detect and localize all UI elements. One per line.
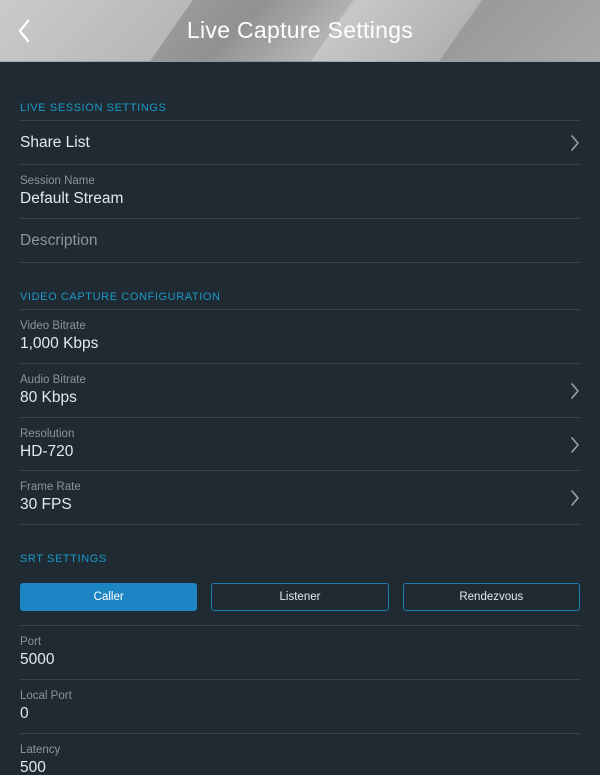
resolution-label: Resolution: [20, 427, 562, 442]
srt-mode-listener[interactable]: Listener: [211, 583, 388, 611]
back-button[interactable]: [14, 16, 34, 46]
frame-rate-value: 30 FPS: [20, 495, 562, 516]
chevron-right-icon: [570, 382, 580, 400]
srt-mode-rendezvous[interactable]: Rendezvous: [403, 583, 580, 611]
video-bitrate-label: Video Bitrate: [20, 319, 580, 334]
audio-bitrate-value: 80 Kbps: [20, 388, 562, 409]
share-list-row[interactable]: Share List: [20, 121, 580, 165]
session-name-row[interactable]: Session Name Default Stream: [20, 165, 580, 219]
section-heading-video: VIDEO CAPTURE CONFIGURATION: [20, 291, 580, 310]
resolution-row[interactable]: Resolution HD-720: [20, 418, 580, 472]
local-port-label: Local Port: [20, 689, 580, 704]
video-bitrate-row[interactable]: Video Bitrate 1,000 Kbps: [20, 310, 580, 364]
srt-mode-segmented: Caller Listener Rendezvous: [20, 571, 580, 626]
description-row[interactable]: Description: [20, 219, 580, 263]
chevron-right-icon: [570, 489, 580, 507]
latency-value: 500: [20, 758, 580, 775]
latency-label: Latency: [20, 743, 580, 758]
chevron-right-icon: [570, 134, 580, 152]
chevron-left-icon: [17, 19, 31, 43]
chevron-right-icon: [570, 436, 580, 454]
section-heading-session: LIVE SESSION SETTINGS: [20, 102, 580, 121]
section-heading-srt: SRT SETTINGS: [20, 553, 580, 571]
local-port-row[interactable]: Local Port 0: [20, 680, 580, 734]
audio-bitrate-row[interactable]: Audio Bitrate 80 Kbps: [20, 364, 580, 418]
port-value: 5000: [20, 650, 580, 671]
srt-mode-caller[interactable]: Caller: [20, 583, 197, 611]
description-placeholder: Description: [20, 232, 580, 250]
latency-row[interactable]: Latency 500: [20, 734, 580, 775]
session-name-label: Session Name: [20, 174, 580, 189]
page-title: Live Capture Settings: [187, 17, 413, 44]
frame-rate-label: Frame Rate: [20, 480, 562, 495]
resolution-value: HD-720: [20, 442, 562, 463]
port-row[interactable]: Port 5000: [20, 626, 580, 680]
frame-rate-row[interactable]: Frame Rate 30 FPS: [20, 471, 580, 525]
audio-bitrate-label: Audio Bitrate: [20, 373, 562, 388]
content: LIVE SESSION SETTINGS Share List Session…: [0, 62, 600, 775]
share-list-label: Share List: [20, 134, 562, 152]
local-port-value: 0: [20, 704, 580, 725]
header: Live Capture Settings: [0, 0, 600, 62]
video-bitrate-value: 1,000 Kbps: [20, 334, 580, 355]
session-name-value: Default Stream: [20, 189, 580, 210]
port-label: Port: [20, 635, 580, 650]
